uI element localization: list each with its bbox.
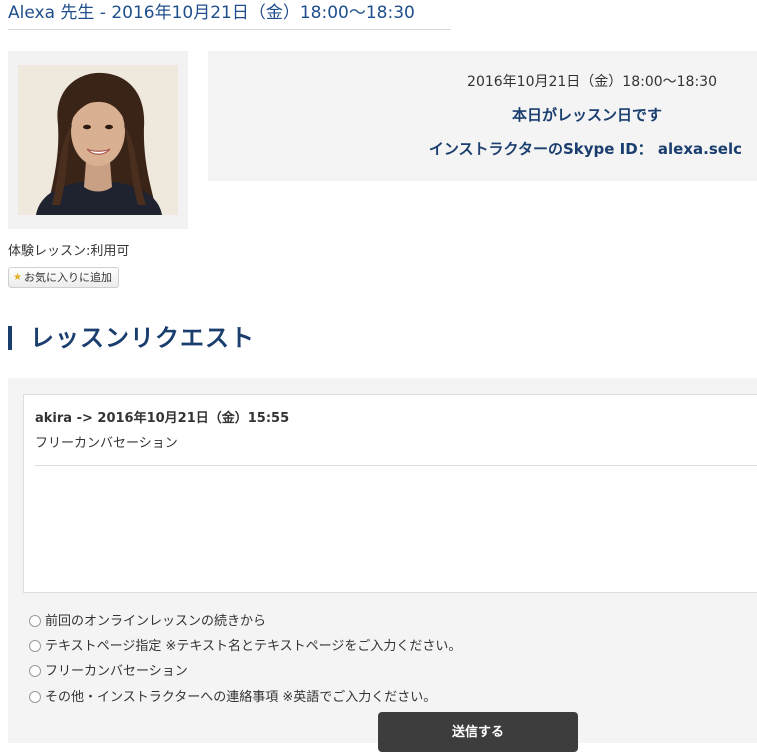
trial-lesson-status: 体験レッスン:利用可 <box>8 244 130 259</box>
page-title: Alexa 先生 - 2016年10月21日（金）18:00〜18:30 <box>8 3 415 23</box>
section-title-lesson-request: レッスンリクエスト <box>30 324 255 352</box>
instructor-portrait-image <box>18 65 178 215</box>
radio-button[interactable] <box>29 665 41 677</box>
radio-button[interactable] <box>29 640 41 652</box>
radio-button[interactable] <box>29 615 41 627</box>
instructor-photo-frame <box>8 51 188 229</box>
skype-id-line: インストラクターのSkype ID： alexa.selc <box>429 138 742 159</box>
lesson-info-panel: 2016年10月21日（金）18:00〜18:30 本日がレッスン日です インス… <box>208 51 757 181</box>
title-divider <box>8 29 451 30</box>
message-body: フリーカンバセーション <box>35 436 178 451</box>
star-icon: ★ <box>13 272 22 283</box>
message-divider <box>35 465 757 466</box>
option-text-page[interactable]: テキストページ指定 ※テキスト名とテキストページをご入力ください。 <box>29 635 461 654</box>
send-button[interactable]: 送信する <box>378 712 578 752</box>
lesson-datetime: 2016年10月21日（金）18:00〜18:30 <box>467 74 717 90</box>
skype-id-value: alexa.selc <box>657 140 742 158</box>
lesson-today-notice: 本日がレッスン日です <box>511 106 662 124</box>
option-continue-previous[interactable]: 前回のオンラインレッスンの続きから <box>29 610 266 629</box>
add-favorite-label: お気に入りに追加 <box>23 271 112 284</box>
instructor-photo[interactable] <box>18 65 178 215</box>
option-label: 前回のオンラインレッスンの続きから <box>45 614 267 629</box>
lesson-request-panel: akira -> 2016年10月21日（金）15:55 フリーカンバセーション… <box>8 378 757 752</box>
option-free-conversation[interactable]: フリーカンバセーション <box>29 660 188 679</box>
message-history-box: akira -> 2016年10月21日（金）15:55 フリーカンバセーション <box>23 394 757 593</box>
option-label: テキストページ指定 ※テキスト名とテキストページをご入力ください。 <box>45 639 462 654</box>
option-label: フリーカンバセーション <box>45 664 188 679</box>
skype-id-label: インストラクターのSkype ID： <box>428 140 653 158</box>
add-favorite-button[interactable]: ★ お気に入りに追加 <box>8 267 119 288</box>
radio-button[interactable] <box>29 691 41 703</box>
message-header: akira -> 2016年10月21日（金）15:55 <box>35 411 290 426</box>
section-accent-bar <box>8 326 12 350</box>
option-other-notes[interactable]: その他・インストラクターへの連絡事項 ※英語でご入力ください。 <box>29 686 436 705</box>
option-label: その他・インストラクターへの連絡事項 ※英語でご入力ください。 <box>45 690 437 705</box>
